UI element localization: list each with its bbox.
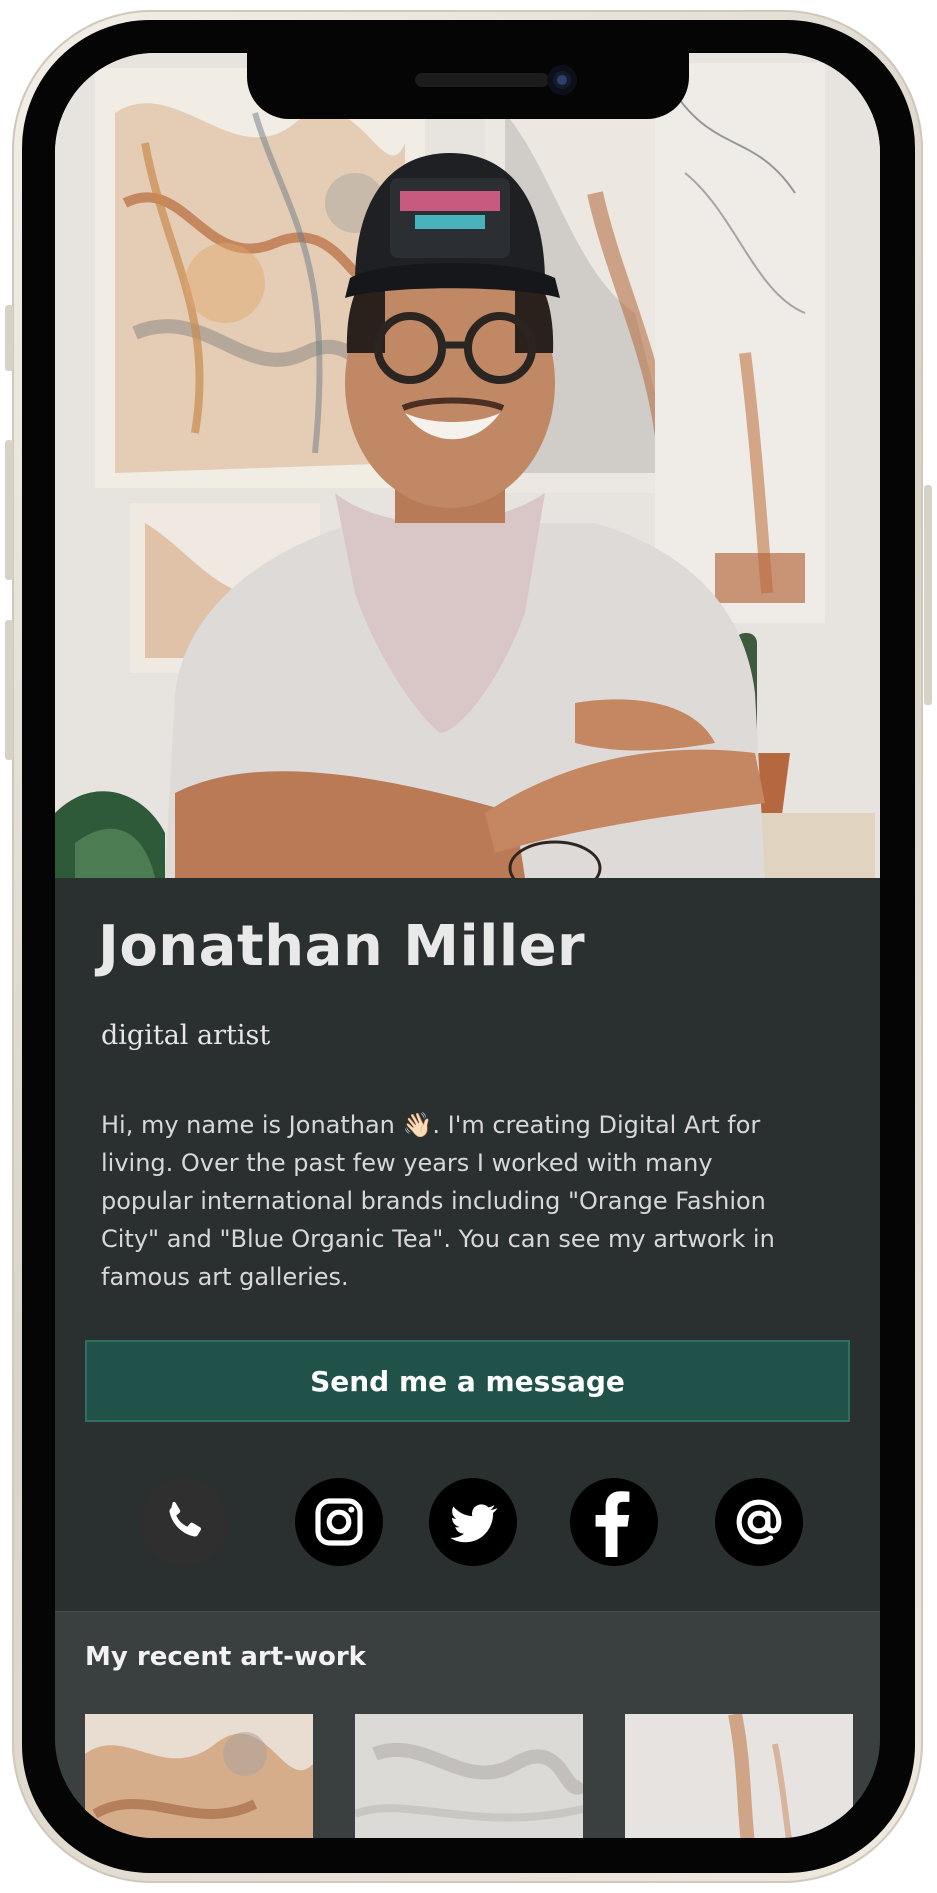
volume-down-button xyxy=(5,620,13,760)
artwork-thumbnail[interactable] xyxy=(355,1714,583,1838)
power-button xyxy=(924,485,932,705)
artwork-thumbnail[interactable] xyxy=(85,1714,313,1838)
profile-card: Jonathan Miller digital artist Hi, my na… xyxy=(55,878,880,1611)
phone-icon xyxy=(169,1501,202,1537)
facebook-link[interactable] xyxy=(570,1478,658,1566)
email-link[interactable] xyxy=(715,1478,803,1566)
facebook-icon xyxy=(595,1491,630,1557)
front-camera xyxy=(547,65,577,95)
profile-role: digital artist xyxy=(101,1020,271,1051)
volume-up-button xyxy=(5,440,13,580)
at-sign-icon xyxy=(736,1499,782,1545)
profile-photo xyxy=(55,53,880,878)
artwork-thumbnail[interactable] xyxy=(625,1714,853,1838)
notch xyxy=(247,53,689,119)
profile-bio: Hi, my name is Jonathan 👋🏻. I'm creating… xyxy=(101,1111,775,1291)
recent-artwork-section: My recent art-work xyxy=(55,1611,880,1838)
instagram-icon xyxy=(315,1498,363,1546)
instagram-link[interactable] xyxy=(295,1478,383,1566)
twitter-icon xyxy=(450,1504,498,1543)
profile-name: Jonathan Miller xyxy=(98,914,586,979)
phone-link[interactable] xyxy=(140,1478,228,1566)
phone-screen: Jonathan Miller digital artist Hi, my na… xyxy=(55,53,880,1838)
mute-switch xyxy=(5,305,13,371)
send-message-button[interactable]: Send me a message xyxy=(85,1340,850,1422)
speaker xyxy=(415,73,549,87)
twitter-link[interactable] xyxy=(429,1478,517,1566)
recent-artwork-title: My recent art-work xyxy=(85,1642,366,1672)
